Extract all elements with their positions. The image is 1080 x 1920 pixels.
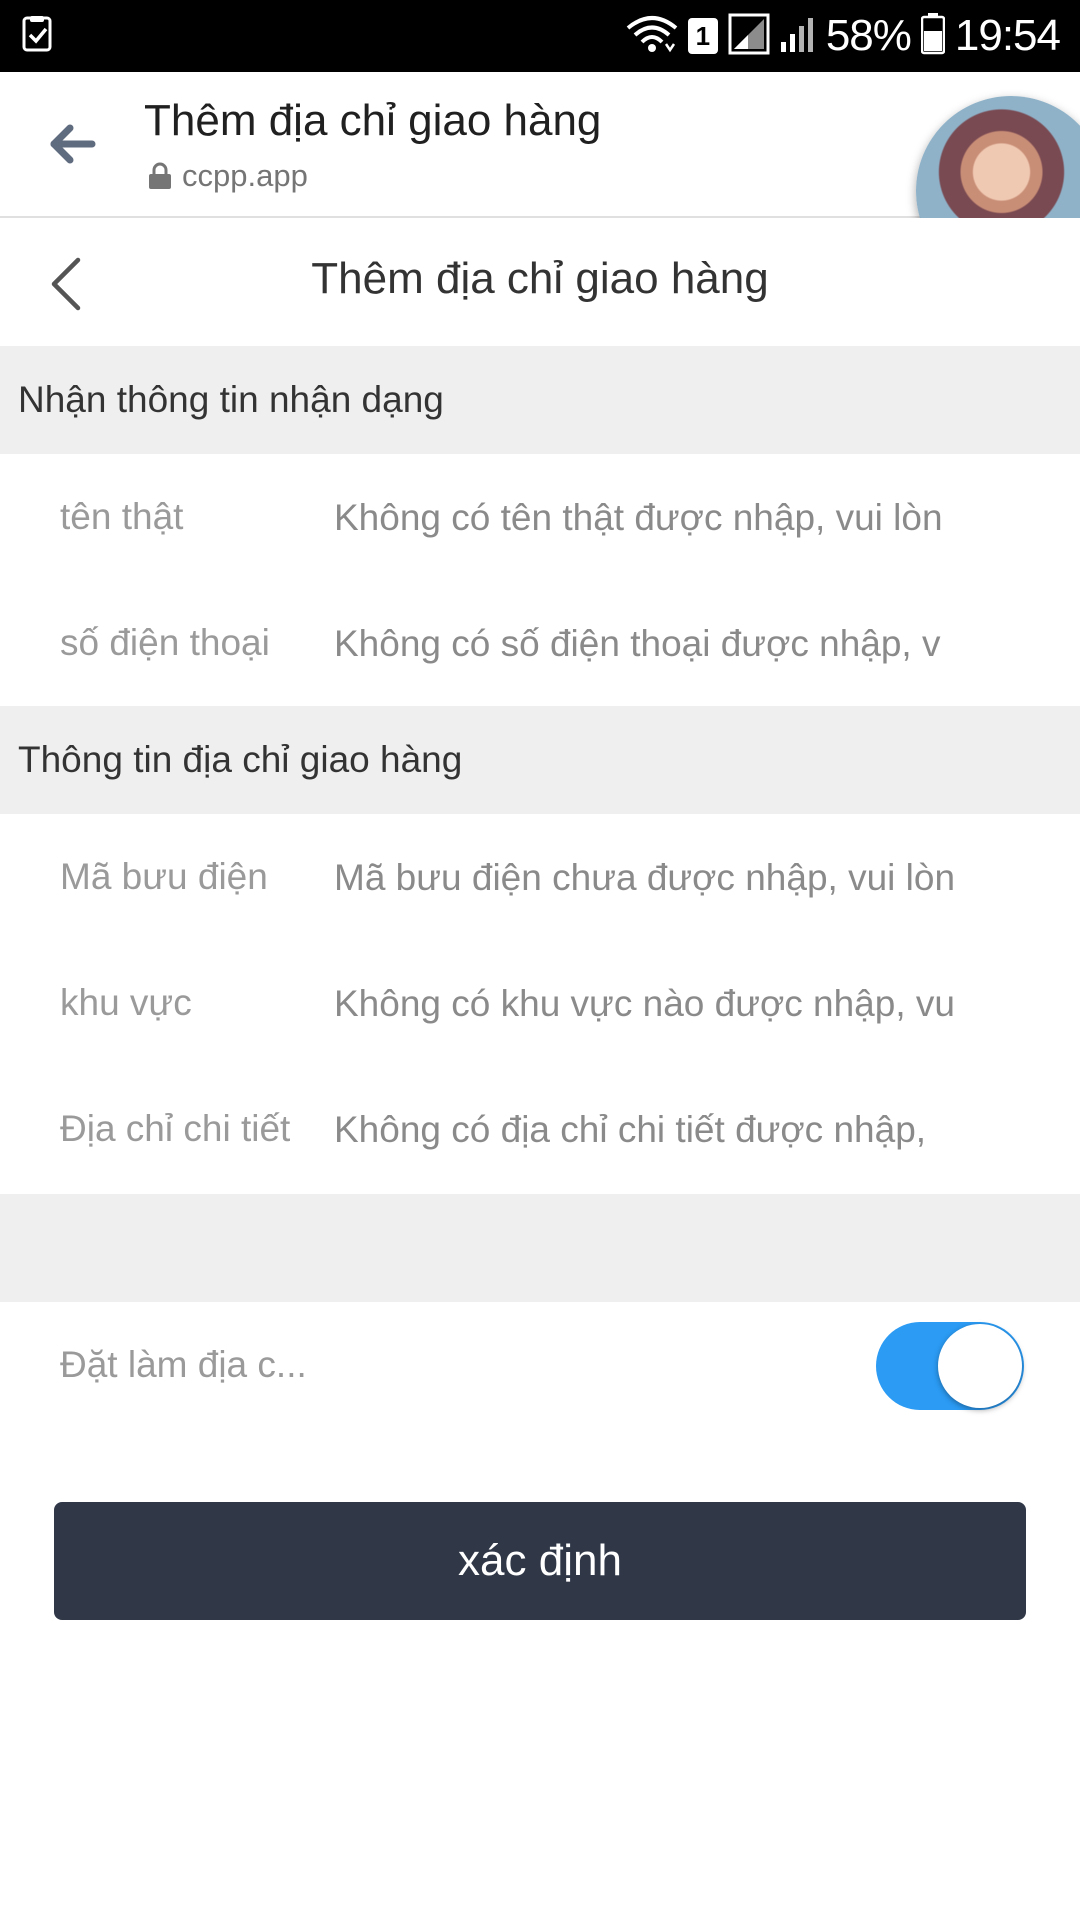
form-row-detail-address: Địa chỉ chi tiết [0, 1066, 1080, 1192]
form-row-phone: số điện thoại [0, 580, 1080, 706]
browser-title: Thêm địa chỉ giao hàng [144, 96, 602, 145]
page-title: Thêm địa chỉ giao hàng [311, 254, 769, 303]
sim-signal-icon [728, 13, 770, 60]
battery-percent: 58% [825, 11, 912, 60]
notification-checkbox-icon [22, 16, 54, 59]
lock-icon [148, 162, 172, 190]
chevron-left-icon[interactable] [44, 254, 88, 314]
signal-bars-icon [780, 14, 816, 59]
postal-code-label: Mã bưu điện [60, 856, 268, 897]
region-input[interactable] [334, 974, 982, 1034]
clock: 19:54 [954, 11, 1061, 60]
page-nav: Thêm địa chỉ giao hàng [0, 218, 1080, 346]
status-bar: 1 58% 19:54 [0, 0, 1080, 72]
region-label: khu vực [60, 982, 192, 1023]
real-name-label: tên thật [60, 496, 184, 537]
section-spacer [0, 1194, 1080, 1302]
default-address-toggle[interactable] [876, 1322, 1024, 1410]
section-header-identity: Nhận thông tin nhận dạng [0, 346, 1080, 454]
phone-label: số điện thoại [60, 622, 270, 663]
phone-input[interactable] [334, 614, 982, 674]
detail-address-label: Địa chỉ chi tiết [60, 1108, 291, 1149]
battery-icon [920, 12, 946, 60]
url-text: ccpp.app [182, 158, 308, 193]
detail-address-input[interactable] [334, 1100, 982, 1160]
postal-code-input[interactable] [334, 848, 982, 908]
confirm-button[interactable]: xác định [54, 1502, 1026, 1620]
form-row-region: khu vực [0, 940, 1080, 1066]
sim-slot-badge: 1 [687, 18, 718, 54]
arrow-left-icon[interactable] [44, 116, 100, 172]
toggle-knob [938, 1324, 1022, 1408]
browser-url: ccpp.app [148, 158, 308, 194]
form-row-postal-code: Mã bưu điện [0, 814, 1080, 940]
default-address-row: Đặt làm địa c... [0, 1302, 1080, 1428]
wifi-icon [626, 14, 678, 59]
form-row-real-name: tên thật [0, 454, 1080, 580]
default-address-label: Đặt làm địa c... [60, 1344, 307, 1385]
section-header-address: Thông tin địa chỉ giao hàng [0, 706, 1080, 814]
real-name-input[interactable] [334, 488, 982, 548]
